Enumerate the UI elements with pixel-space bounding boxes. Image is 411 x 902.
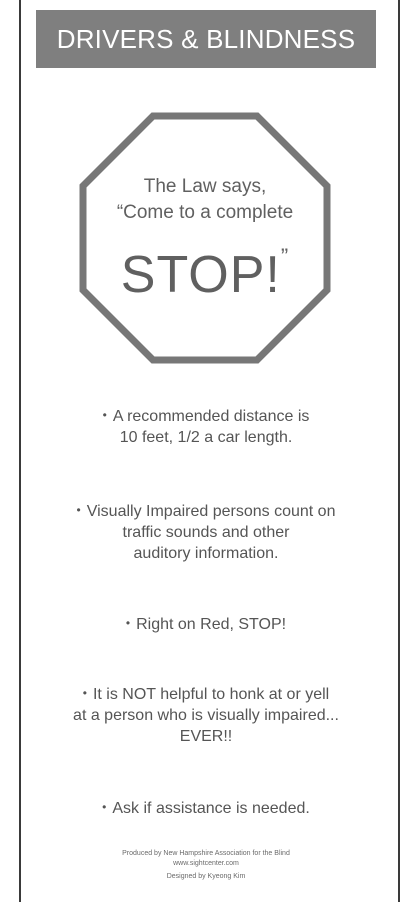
bullet-right-on-red: • Right on Red, STOP! bbox=[36, 613, 376, 635]
bullet-line: at a person who is visually impaired... bbox=[73, 707, 339, 724]
stop-sign-line1: The Law says, bbox=[143, 176, 267, 197]
bullet-traffic-sounds: • Visually Impaired persons count on traf… bbox=[36, 500, 376, 564]
bullet-text: Visually Impaired persons count on bbox=[86, 503, 336, 520]
bullet-no-honking: • It is NOT helpful to honk at or yell at… bbox=[36, 683, 376, 747]
bullet-line: • It is NOT helpful to honk at or yell bbox=[36, 683, 376, 705]
bullet-text: A recommended distance is bbox=[112, 408, 310, 425]
stop-sign-line2: “Come to a complete bbox=[116, 202, 294, 223]
bullet-line: • Right on Red, STOP! bbox=[36, 613, 376, 635]
bullet-dot-icon: • bbox=[102, 408, 107, 422]
stop-word-text: STOP! bbox=[120, 246, 281, 304]
bullet-dot-icon: • bbox=[82, 686, 87, 700]
page-title: DRIVERS & BLINDNESS bbox=[56, 23, 356, 54]
bullet-line: 10 feet, 1/2 a car length. bbox=[119, 429, 293, 446]
footer-website: www.sightcenter.com bbox=[173, 860, 239, 867]
bullet-line: auditory information. bbox=[133, 545, 279, 562]
bullet-line: traffic sounds and other bbox=[122, 524, 290, 541]
bullet-dot-icon: • bbox=[76, 503, 81, 517]
bullet-distance: • A recommended distance is 10 feet, 1/2 … bbox=[36, 405, 376, 448]
octagon-outline bbox=[79, 112, 331, 364]
footer-produced-by: Produced by New Hampshire Association fo… bbox=[122, 850, 290, 857]
footer-designer: Designed by Kyeong Kim bbox=[166, 873, 246, 880]
bullet-line: EVER!! bbox=[179, 728, 233, 745]
stop-word: STOP!” bbox=[79, 244, 331, 305]
bullet-line: • A recommended distance is bbox=[36, 405, 376, 427]
closing-quote: ” bbox=[280, 244, 290, 269]
bullet-text: It is NOT helpful to honk at or yell bbox=[92, 686, 330, 703]
bullet-text: Ask if assistance is needed. bbox=[112, 800, 310, 817]
bullet-dot-icon: • bbox=[125, 616, 131, 630]
bullet-line: • Visually Impaired persons count on bbox=[36, 500, 376, 522]
bullet-line: • Ask if assistance is needed. bbox=[36, 797, 376, 819]
stop-sign: The Law says, “Come to a complete STOP!” bbox=[79, 112, 331, 364]
frame-left-border bbox=[19, 0, 21, 902]
bullet-dot-icon: • bbox=[102, 800, 107, 814]
title-banner: DRIVERS & BLINDNESS bbox=[36, 10, 376, 68]
frame-right-border bbox=[398, 0, 400, 902]
bullet-text: Right on Red, STOP! bbox=[136, 616, 287, 633]
bullet-ask-assistance: • Ask if assistance is needed. bbox=[36, 797, 376, 819]
